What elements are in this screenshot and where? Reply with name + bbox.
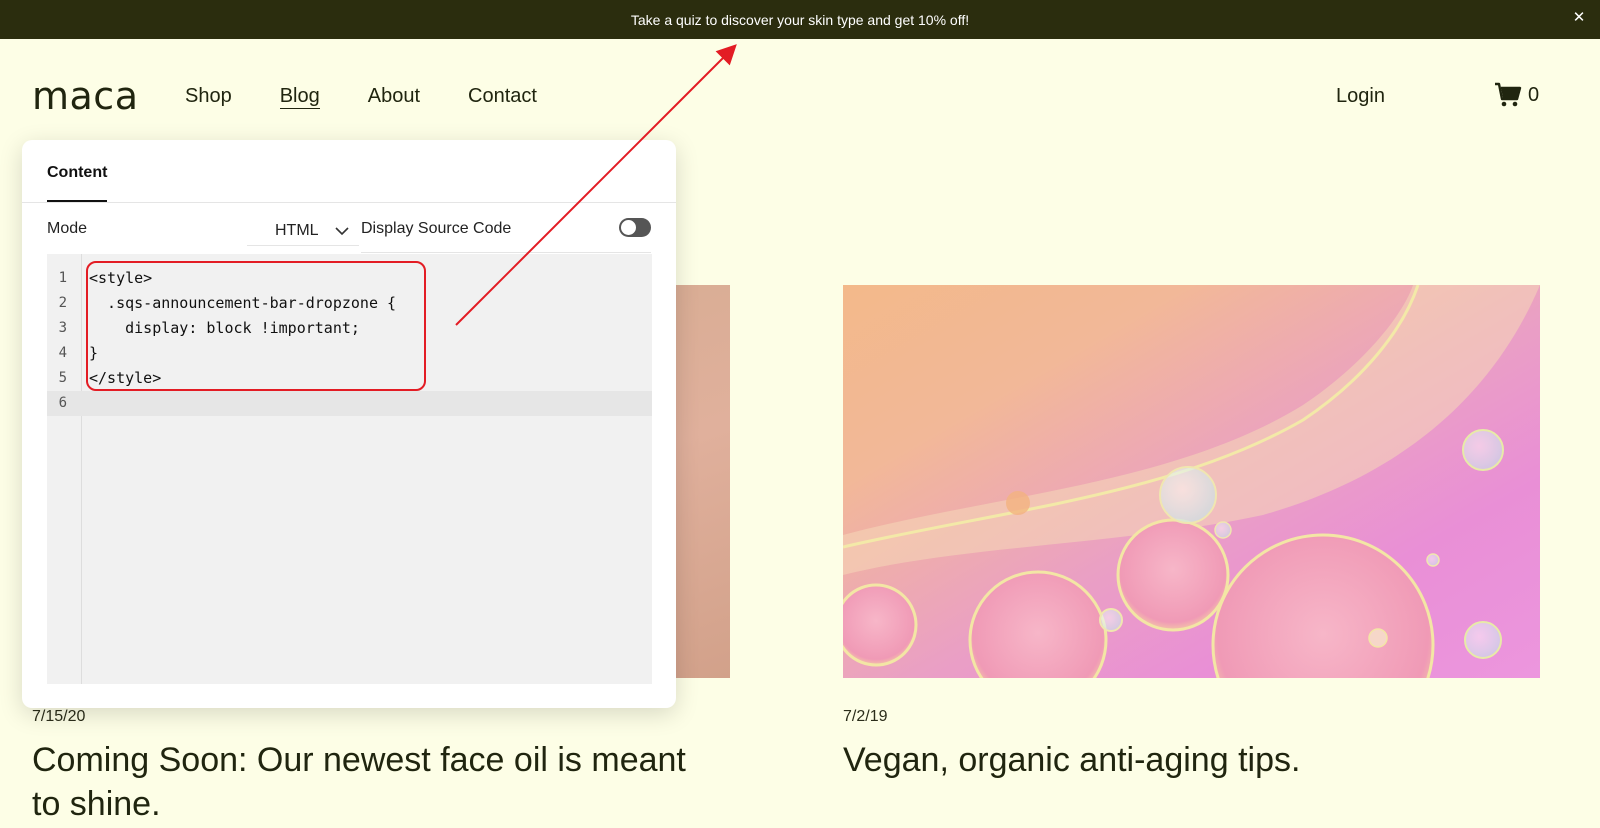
close-icon[interactable]: ✕ (1570, 9, 1588, 27)
line-number: 3 (58, 320, 67, 336)
cart-icon (1495, 82, 1522, 107)
nav-blog[interactable]: Blog (279, 84, 320, 109)
line-number: 5 (58, 370, 67, 386)
post-date: 7/2/19 (843, 708, 888, 725)
cart-count: 0 (1528, 83, 1540, 106)
line-number: 4 (58, 345, 67, 361)
oil-bubbles-illustration (843, 285, 1540, 678)
main-nav: Shop Blog About Contact (185, 84, 585, 109)
code-block-editor-panel: Content Mode HTML Display Source Code 1 … (22, 140, 676, 708)
nav-about[interactable]: About (368, 84, 420, 109)
post-date: 7/15/20 (32, 708, 86, 725)
line-number: 6 (58, 395, 67, 411)
toggle-knob (621, 220, 636, 235)
display-source-label: Display Source Code (361, 220, 512, 237)
announcement-bar: Take a quiz to discover your skin type a… (0, 0, 1600, 39)
chevron-down-icon (334, 226, 349, 235)
line-number: 2 (58, 295, 67, 311)
tab-content[interactable]: Content (47, 164, 108, 202)
divider (361, 252, 651, 253)
line-number: 1 (58, 270, 67, 286)
tab-divider (22, 202, 676, 203)
mode-label: Mode (47, 220, 88, 237)
mode-select-value: HTML (275, 221, 319, 239)
site-logo[interactable]: maca (32, 74, 138, 118)
code-editor[interactable]: 1 <style> 2 .sqs-announcement-bar-dropzo… (47, 254, 652, 684)
nav-shop[interactable]: Shop (185, 84, 232, 109)
post-image-oil-bubbles[interactable] (843, 285, 1540, 678)
code-line-current: 6 (47, 391, 652, 416)
announcement-text[interactable]: Take a quiz to discover your skin type a… (631, 12, 969, 28)
post-title[interactable]: Vegan, organic anti-aging tips. (843, 738, 1540, 782)
login-link[interactable]: Login (1336, 84, 1385, 108)
mode-select[interactable]: HTML (247, 216, 359, 246)
post-title[interactable]: Coming Soon: Our newest face oil is mean… (32, 738, 712, 826)
annotation-highlight-box (86, 261, 426, 391)
display-source-toggle[interactable] (619, 218, 651, 237)
cart-button[interactable]: 0 (1494, 82, 1539, 108)
nav-contact[interactable]: Contact (468, 84, 537, 109)
